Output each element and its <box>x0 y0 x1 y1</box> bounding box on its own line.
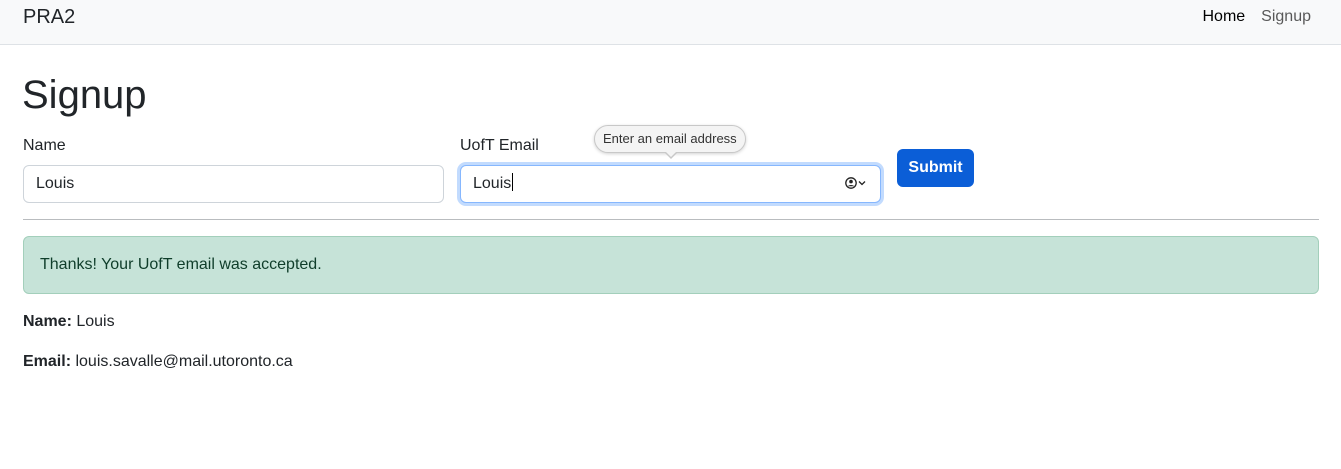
divider <box>23 219 1319 220</box>
alert-message: Thanks! Your UofT email was accepted. <box>40 256 322 273</box>
email-tooltip: Enter an email address <box>594 125 746 153</box>
navbar-brand[interactable]: PRA2 <box>23 5 75 29</box>
result-name: Name: Louis <box>23 312 115 332</box>
text-caret <box>512 173 514 191</box>
nav-link-home[interactable]: Home <box>1202 7 1245 27</box>
chevron-down-icon <box>858 181 866 186</box>
tooltip-tail <box>664 151 678 159</box>
success-alert: Thanks! Your UofT email was accepted. <box>23 236 1319 294</box>
nav-link-signup[interactable]: Signup <box>1261 7 1311 27</box>
result-email-label: Email: <box>23 353 72 370</box>
email-label: UofT Email <box>460 137 539 154</box>
navbar: PRA2 Home Signup <box>0 0 1341 45</box>
result-name-label: Name: <box>23 313 72 330</box>
nav-links: Home Signup <box>1202 7 1311 27</box>
name-input[interactable]: Louis <box>23 165 444 203</box>
name-input-value: Louis <box>36 175 75 192</box>
submit-button[interactable]: Submit <box>897 149 974 187</box>
email-input[interactable]: Louis <box>460 165 881 203</box>
name-label: Name <box>23 137 66 154</box>
result-name-value: Louis <box>76 313 115 330</box>
result-email: Email: louis.savalle@mail.utoronto.ca <box>23 352 293 372</box>
result-email-value: louis.savalle@mail.utoronto.ca <box>75 353 293 370</box>
page-title: Signup <box>22 73 147 117</box>
email-input-value: Louis <box>473 175 512 192</box>
contact-autofill-icon[interactable] <box>845 177 866 189</box>
